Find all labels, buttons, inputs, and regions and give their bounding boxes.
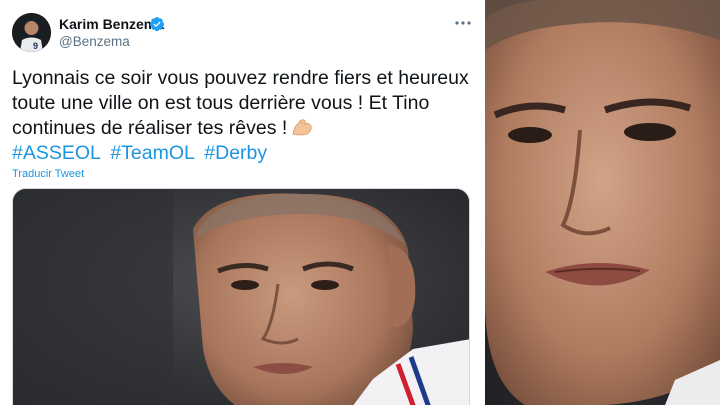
player-closeup-image [485, 0, 720, 405]
tweet-text-line: toute une ville on est tous derrière vou… [12, 92, 430, 114]
tweet-card: 9 Karim Benzema @Benzema Lyonnais ce soi… [0, 0, 481, 405]
closeup-photo [485, 0, 720, 405]
tweet-media-photo[interactable] [12, 188, 470, 405]
avatar-image: 9 [12, 13, 51, 52]
tweet-text: Lyonnais ce soir vous pouvez rendre fier… [12, 66, 472, 166]
more-options-icon[interactable] [453, 13, 473, 33]
hashtag-link[interactable]: #TeamOL [110, 142, 195, 164]
hashtag-link[interactable]: #ASSEOL [12, 142, 101, 164]
player-photo [13, 189, 469, 405]
tweet-text-segment: continues de réaliser tes rêves ! [12, 117, 288, 139]
hashtag-list: #ASSEOL #TeamOL #Derby [12, 141, 472, 166]
avatar[interactable]: 9 [12, 13, 51, 52]
tweet-text-line: Lyonnais ce soir vous pouvez rendre fier… [12, 67, 469, 89]
avatar-jersey-number: 9 [33, 41, 38, 51]
hashtag-link[interactable]: #Derby [204, 142, 267, 164]
verified-badge-icon [150, 17, 165, 32]
flexed-biceps-icon [292, 119, 312, 136]
tweet-text-line: continues de réaliser tes rêves ! [12, 116, 472, 141]
author-handle[interactable]: @Benzema [59, 34, 130, 49]
translate-tweet-link[interactable]: Traducir Tweet [12, 168, 84, 180]
